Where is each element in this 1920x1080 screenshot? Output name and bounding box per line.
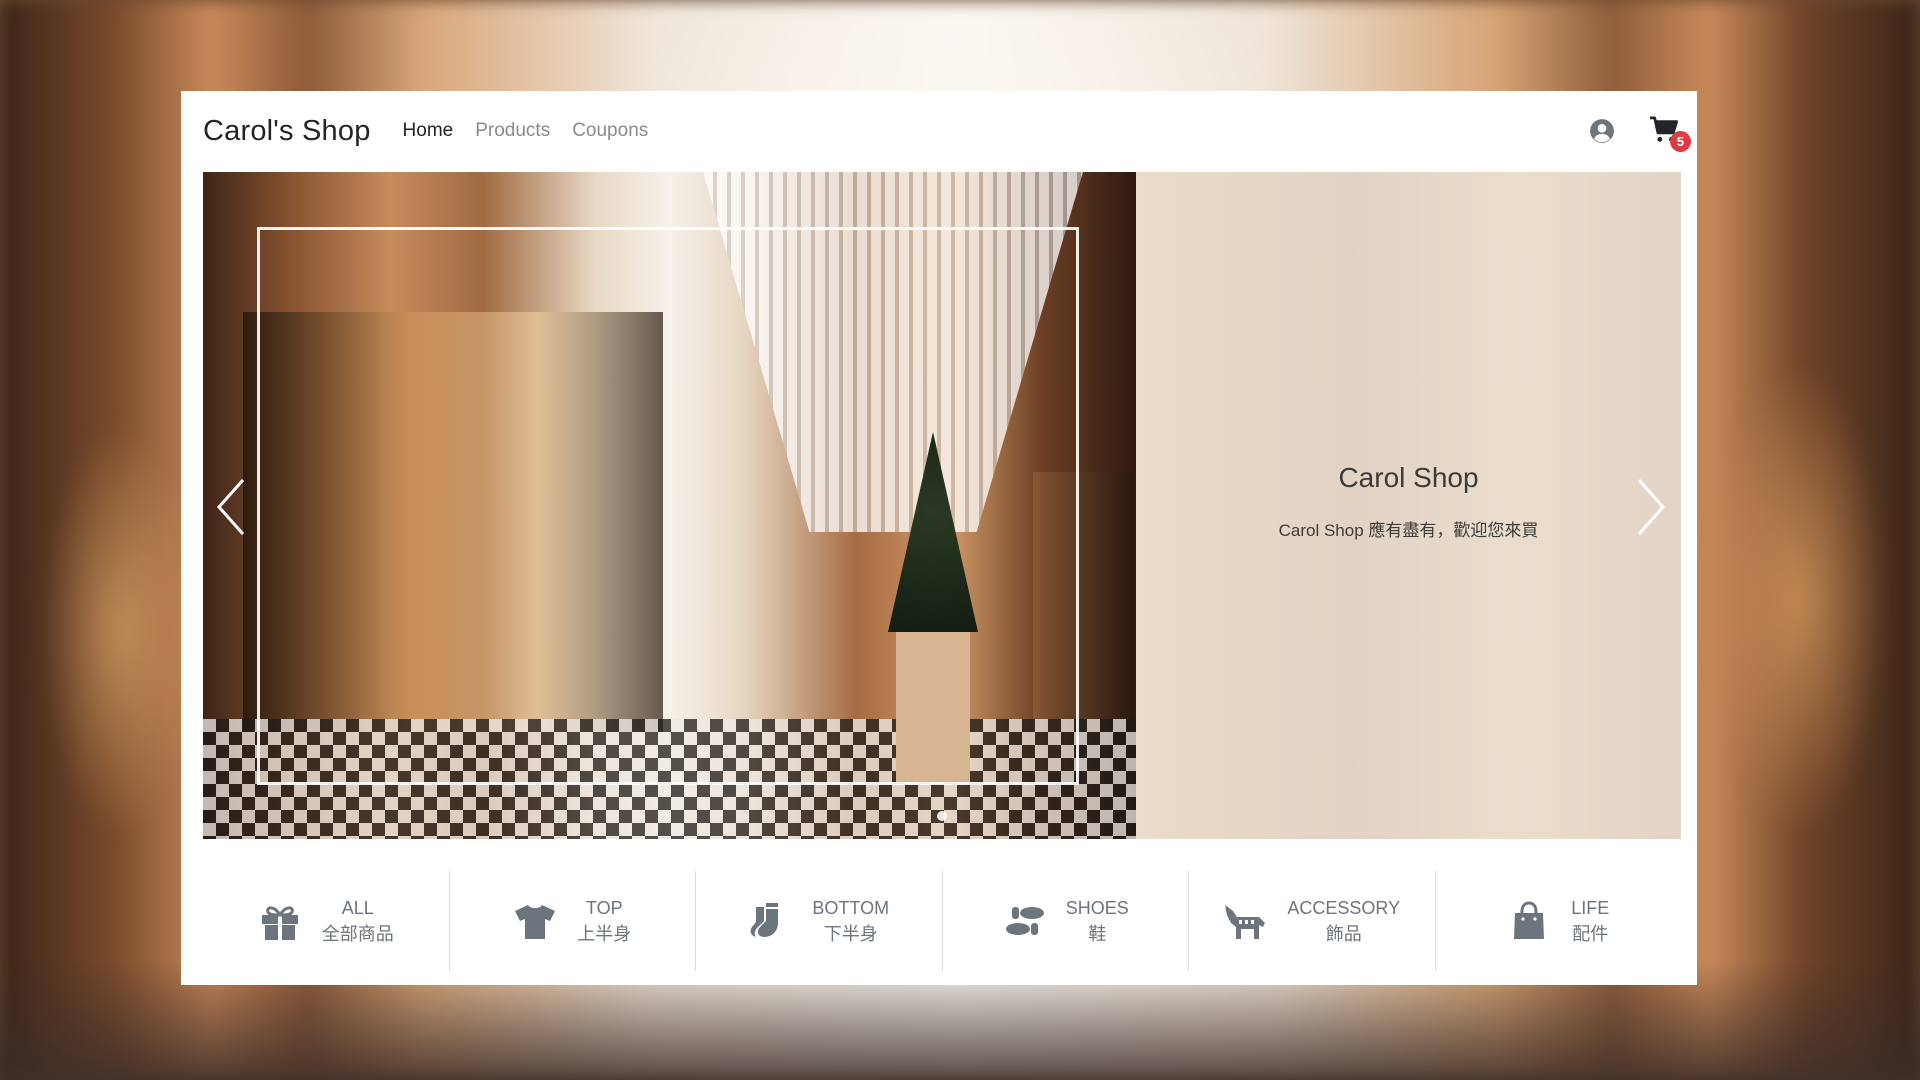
hero-carousel: Carol Shop Carol Shop 應有盡有，歡迎您來買 bbox=[203, 172, 1681, 839]
nav-products[interactable]: Products bbox=[475, 120, 550, 142]
category-label: TOP 上半身 bbox=[577, 895, 631, 947]
brand-logo[interactable]: Carol's Shop bbox=[203, 115, 371, 148]
category-label: ACCESSORY 飾品 bbox=[1287, 895, 1400, 947]
category-en: LIFE bbox=[1571, 898, 1610, 918]
cart-button[interactable]: 5 bbox=[1649, 116, 1691, 152]
page-card: Carol's Shop Home Products Coupons 5 Car… bbox=[181, 91, 1697, 985]
category-accessory[interactable]: ACCESSORY 飾品 bbox=[1189, 871, 1436, 971]
category-zh: 飾品 bbox=[1325, 924, 1362, 944]
category-shoes[interactable]: SHOES 鞋 bbox=[943, 871, 1189, 971]
carousel-indicators bbox=[203, 811, 1681, 821]
nav-right: 5 bbox=[1589, 116, 1691, 152]
chevron-left-icon bbox=[216, 479, 245, 535]
category-en: BOTTOM bbox=[812, 898, 890, 918]
category-zh: 全部商品 bbox=[321, 924, 394, 944]
category-zh: 下半身 bbox=[823, 924, 878, 944]
carousel-indicator[interactable] bbox=[937, 811, 947, 821]
navbar: Carol's Shop Home Products Coupons 5 bbox=[203, 91, 1691, 171]
background-glow-right bbox=[1710, 360, 1890, 840]
category-zh: 上半身 bbox=[577, 924, 632, 944]
hero-title: Carol Shop bbox=[1338, 462, 1479, 493]
hero-frame bbox=[257, 227, 1079, 785]
carousel-next-button[interactable] bbox=[1631, 472, 1671, 542]
user-circle-icon[interactable] bbox=[1589, 118, 1615, 144]
category-label: ALL 全部商品 bbox=[322, 895, 394, 947]
gift-icon bbox=[261, 906, 298, 940]
category-en: SHOES bbox=[1065, 898, 1129, 918]
cart-count-badge: 5 bbox=[1670, 131, 1691, 152]
category-zh: 配件 bbox=[1572, 924, 1609, 944]
category-all[interactable]: ALL 全部商品 bbox=[203, 871, 450, 971]
category-label: SHOES 鞋 bbox=[1066, 895, 1129, 947]
category-zh: 鞋 bbox=[1088, 924, 1107, 944]
shopping-bag-icon bbox=[1514, 901, 1545, 939]
hero-text: Carol Shop 應有盡有，歡迎您來買 bbox=[1278, 521, 1539, 540]
socks-icon bbox=[750, 903, 779, 937]
category-en: ALL bbox=[341, 898, 374, 918]
category-bar: ALL 全部商品 TOP 上半身 BOTTOM 下半身 SHOES 鞋 ACCE… bbox=[203, 871, 1681, 971]
tshirt-icon bbox=[515, 905, 556, 939]
category-label: BOTTOM 下半身 bbox=[812, 895, 889, 947]
nav-home[interactable]: Home bbox=[403, 120, 454, 142]
shoe-prints-icon bbox=[1005, 907, 1044, 935]
category-en: TOP bbox=[585, 898, 623, 918]
category-bottom[interactable]: BOTTOM 下半身 bbox=[696, 871, 943, 971]
background-glow-left bbox=[40, 420, 200, 840]
chevron-right-icon bbox=[1637, 479, 1666, 535]
carousel-prev-button[interactable] bbox=[211, 472, 251, 542]
category-life[interactable]: LIFE 配件 bbox=[1436, 871, 1682, 971]
hero-caption: Carol Shop Carol Shop 應有盡有，歡迎您來買 bbox=[1136, 462, 1681, 541]
nav-coupons[interactable]: Coupons bbox=[572, 120, 648, 142]
horse-icon bbox=[1225, 905, 1266, 939]
category-en: ACCESSORY bbox=[1287, 898, 1401, 918]
category-label: LIFE 配件 bbox=[1571, 895, 1609, 947]
category-top[interactable]: TOP 上半身 bbox=[450, 871, 696, 971]
